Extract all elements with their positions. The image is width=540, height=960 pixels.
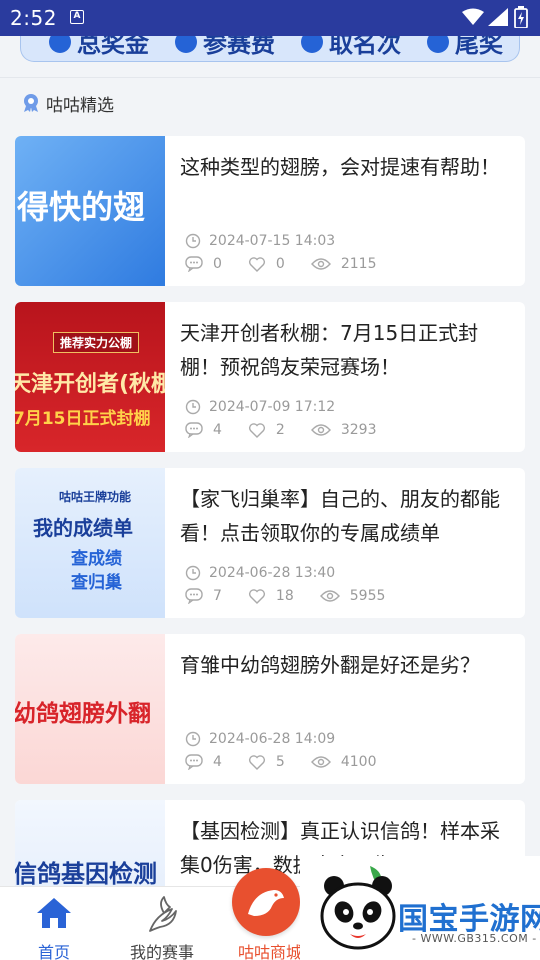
dove-icon (149, 896, 177, 932)
heart-icon[interactable] (248, 422, 266, 438)
clock-icon (185, 731, 201, 747)
article-thumbnail: 咕咕王牌功能 我的成绩单 查成绩 查归巢 (15, 468, 165, 618)
check-icon (175, 36, 197, 53)
article-date: 2024-07-15 14:03 (185, 233, 335, 249)
like-count: 0 (275, 256, 285, 272)
banner-chip: 总奖金 (49, 36, 149, 59)
watermark-url: - WWW.GB315.COM - (412, 932, 537, 945)
view-count: 3293 (340, 422, 377, 438)
pigeon-mall-icon[interactable] (232, 868, 300, 936)
like-count: 18 (275, 588, 294, 604)
tab-my-events[interactable]: 我的赛事 (108, 887, 216, 960)
tab-home[interactable]: 首页 (0, 887, 108, 960)
article-thumbnail: 幼鸽翅膀外翻 (15, 634, 165, 784)
home-icon (37, 898, 71, 928)
article-title: 育雏中幼鸽翅膀外翻是好还是劣？ (180, 653, 480, 677)
clock-icon (185, 399, 201, 415)
heart-icon[interactable] (248, 588, 266, 604)
wifi-icon (462, 8, 484, 25)
clock-icon (185, 565, 201, 581)
signal-icon (488, 8, 508, 26)
comment-icon (185, 422, 203, 438)
article-thumbnail: 得快的翅 (15, 136, 165, 286)
article-thumbnail: 推荐实力公棚 天津开创者(秋棚 7月15日正式封棚 (15, 302, 165, 452)
article-date: 2024-06-28 14:09 (185, 731, 335, 747)
section-header: 咕咕精选 (22, 90, 114, 116)
article-stats: 4 5 4100 (185, 754, 402, 770)
banner-chip: 取名次 (301, 36, 401, 59)
eye-icon (310, 424, 331, 436)
article-stats: 7 18 5955 (185, 588, 411, 604)
article-card[interactable]: 得快的翅 这种类型的翅膀，会对提速有帮助！ 2024-07-15 14:03 0… (15, 136, 525, 286)
view-count: 5955 (349, 588, 386, 604)
comment-icon (185, 256, 203, 272)
comment-count: 4 (213, 422, 222, 438)
eye-icon (319, 590, 340, 602)
like-count: 5 (275, 754, 285, 770)
feature-banner[interactable]: 总奖金 参赛费 取名次 尾奖 (20, 36, 520, 62)
check-icon (427, 36, 449, 53)
section-title: 咕咕精选 (46, 95, 114, 116)
badge-icon (24, 94, 38, 112)
battery-icon (514, 6, 528, 28)
heart-icon[interactable] (248, 754, 266, 770)
status-bar: 2:52 A (0, 0, 540, 36)
check-icon (49, 36, 71, 53)
heart-icon[interactable] (248, 256, 266, 272)
comment-count: 0 (213, 256, 222, 272)
article-title: 【家飞归巢率】自己的、朋友的都能看！点击领取你的专属成绩单 (180, 487, 500, 545)
a-notification-icon: A (70, 10, 84, 24)
clock: 2:52 (10, 6, 57, 30)
check-icon (301, 36, 323, 53)
comment-count: 4 (213, 754, 222, 770)
comment-icon (185, 754, 203, 770)
article-date: 2024-06-28 13:40 (185, 565, 335, 581)
article-title: 这种类型的翅膀，会对提速有帮助！ (180, 155, 500, 179)
banner-chip: 参赛费 (175, 36, 275, 59)
article-title: 天津开创者秋棚：7月15日正式封棚！预祝鸽友荣冠赛场！ (180, 321, 479, 379)
like-count: 2 (275, 422, 285, 438)
article-stats: 4 2 3293 (185, 422, 402, 438)
eye-icon (310, 258, 331, 270)
site-watermark: 国宝手游网 - WWW.GB315.COM - (300, 856, 540, 960)
comment-count: 7 (213, 588, 222, 604)
comment-icon (185, 588, 203, 604)
article-card[interactable]: 幼鸽翅膀外翻 育雏中幼鸽翅膀外翻是好还是劣？ 2024-06-28 14:09 … (15, 634, 525, 784)
clock-icon (185, 233, 201, 249)
article-stats: 0 0 2115 (185, 256, 402, 272)
panda-logo-icon (320, 866, 396, 950)
view-count: 4100 (340, 754, 377, 770)
article-date: 2024-07-09 17:12 (185, 399, 335, 415)
banner-chip: 尾奖 (427, 36, 503, 59)
eye-icon (310, 756, 331, 768)
view-count: 2115 (340, 256, 377, 272)
article-card[interactable]: 推荐实力公棚 天津开创者(秋棚 7月15日正式封棚 天津开创者秋棚：7月15日正… (15, 302, 525, 452)
divider (0, 77, 540, 78)
article-card[interactable]: 咕咕王牌功能 我的成绩单 查成绩 查归巢 【家飞归巢率】自己的、朋友的都能看！点… (15, 468, 525, 618)
